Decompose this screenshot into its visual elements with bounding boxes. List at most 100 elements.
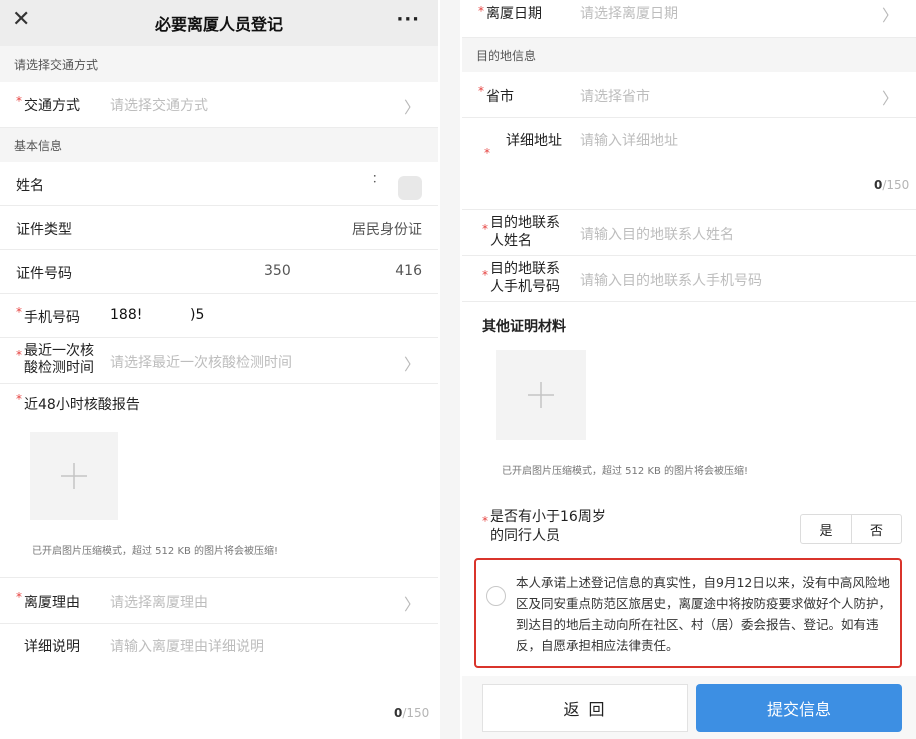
date-placeholder: 请选择离厦日期 [580, 6, 678, 22]
close-icon[interactable]: ✕ [12, 7, 30, 32]
required-mark: * [484, 146, 490, 160]
minor-companion-field: * 是否有小于16周岁 的同行人员 是 否 [462, 506, 916, 556]
materials-upload-button[interactable] [496, 350, 586, 440]
transport-label: 交通方式 [24, 98, 80, 114]
contact-phone-label: 目的地联系 人手机号码 [490, 260, 560, 296]
required-mark: * [478, 84, 484, 98]
address-label: 详细地址 [506, 133, 562, 149]
chevron-right-icon: 〉 [403, 98, 420, 117]
last-test-select[interactable]: * 最近一次核 酸检测时间 请选择最近一次核酸检测时间 〉 [0, 338, 438, 384]
id-type-field[interactable]: 证件类型 居民身份证 [0, 206, 438, 250]
contact-name-label-line1: 目的地联系 [490, 215, 560, 231]
other-materials-block: 其他证明材料 已开启图片压缩模式，超过 512 KB 的图片将会被压缩! [462, 302, 916, 506]
transport-select[interactable]: * 交通方式 请选择交通方式 〉 [0, 82, 438, 128]
reason-label: 离厦理由 [24, 595, 80, 611]
back-button[interactable]: 返 回 [482, 684, 688, 732]
id-type-label: 证件类型 [16, 222, 72, 238]
minor-label-line2: 的同行人员 [490, 528, 560, 544]
required-mark: * [16, 590, 22, 604]
minor-label-line1: 是否有小于16周岁 [490, 509, 606, 525]
contact-phone-placeholder: 请输入目的地联系人手机号码 [580, 273, 762, 289]
id-number-field[interactable]: 证件号码 350 416 [0, 250, 438, 294]
report-upload-block: * 近48小时核酸报告 已开启图片压缩模式，超过 512 KB 的图片将会被压缩… [0, 384, 438, 578]
address-placeholder: 请输入详细地址 [580, 133, 678, 149]
required-mark: * [478, 4, 484, 18]
required-mark: * [16, 94, 22, 108]
required-mark: * [16, 392, 22, 406]
phone-value-start: 188! [110, 307, 143, 323]
contact-phone-label-line1: 目的地联系 [490, 261, 560, 277]
address-char-counter: 0/150 [874, 178, 910, 192]
pledge-box: 本人承诺上述登记信息的真实性，自9月12日以来，没有中高风险地区及同安重点防范区… [474, 558, 902, 668]
contact-phone-field[interactable]: * 目的地联系 人手机号码 请输入目的地联系人手机号码 [462, 256, 916, 302]
more-menu-icon[interactable]: ··· [396, 9, 420, 30]
compress-note: 已开启图片压缩模式，超过 512 KB 的图片将会被压缩! [502, 466, 749, 477]
report-label: 近48小时核酸报告 [24, 397, 140, 413]
left-screen: ✕ 必要离厦人员登记 ··· 请选择交通方式 * 交通方式 请选择交通方式 〉 … [0, 0, 438, 739]
chevron-right-icon: 〉 [881, 89, 898, 108]
last-test-label: 最近一次核 酸检测时间 [24, 343, 94, 377]
bottom-action-bar: 返 回 提交信息 [462, 676, 916, 739]
province-placeholder: 请选择省市 [580, 89, 650, 105]
reason-select[interactable]: * 离厦理由 请选择离厦理由 〉 [0, 578, 438, 624]
phone-field[interactable]: * 手机号码 188! )5 [0, 294, 438, 338]
address-textarea[interactable]: 详细地址 * 请输入详细地址 0/150 [462, 118, 916, 210]
plus-icon [61, 463, 87, 489]
chevron-right-icon: 〉 [403, 595, 420, 614]
reason-placeholder: 请选择离厦理由 [110, 595, 208, 611]
date-select[interactable]: * 离厦日期 请选择离厦日期 〉 [462, 0, 916, 38]
plus-icon [528, 382, 554, 408]
section-destination: 目的地信息 [462, 38, 916, 72]
submit-button[interactable]: 提交信息 [696, 684, 902, 732]
required-mark: * [482, 222, 488, 236]
last-test-label-line1: 最近一次核 [24, 343, 94, 359]
other-materials-label: 其他证明材料 [482, 319, 566, 335]
transport-placeholder: 请选择交通方式 [110, 98, 208, 114]
id-number-start: 350 [264, 263, 291, 279]
last-test-placeholder: 请选择最近一次核酸检测时间 [110, 355, 292, 371]
minor-label: 是否有小于16周岁 的同行人员 [490, 508, 606, 546]
minor-no-option[interactable]: 否 [851, 515, 901, 543]
chevron-right-icon: 〉 [881, 6, 898, 25]
section-transport: 请选择交通方式 [0, 46, 438, 82]
section-basic-label: 基本信息 [14, 138, 63, 153]
contact-name-label: 目的地联系 人姓名 [490, 214, 560, 250]
date-label: 离厦日期 [486, 6, 542, 22]
id-type-value: 居民身份证 [352, 222, 422, 238]
required-mark: * [482, 514, 488, 528]
report-upload-button[interactable] [30, 432, 118, 520]
minor-yes-option[interactable]: 是 [801, 515, 851, 543]
detail-label: 详细说明 [24, 639, 80, 655]
required-mark: * [16, 305, 22, 319]
section-destination-label: 目的地信息 [476, 48, 537, 63]
redaction-mask [398, 176, 422, 200]
screen-divider [440, 0, 460, 739]
required-mark: * [16, 348, 22, 362]
pledge-radio[interactable] [486, 586, 506, 606]
name-field[interactable]: 姓名 ： [0, 162, 438, 206]
pledge-text: 本人承诺上述登记信息的真实性，自9月12日以来，没有中高风险地区及同安重点防范区… [516, 575, 892, 653]
phone-value-end: )5 [190, 307, 205, 323]
name-label: 姓名 [16, 178, 44, 194]
id-number-end: 416 [395, 263, 422, 279]
detail-placeholder: 请输入离厦理由详细说明 [110, 639, 264, 655]
section-basic: 基本信息 [0, 128, 438, 162]
last-test-label-line2: 酸检测时间 [24, 360, 94, 376]
chevron-right-icon: 〉 [403, 355, 420, 374]
section-transport-label: 请选择交通方式 [14, 57, 99, 72]
contact-name-placeholder: 请输入目的地联系人姓名 [580, 227, 734, 243]
minor-toggle[interactable]: 是 否 [800, 514, 902, 544]
province-label: 省市 [486, 89, 514, 105]
page-title: 必要离厦人员登记 [154, 15, 283, 34]
name-value: ： [372, 172, 383, 185]
detail-textarea[interactable]: 详细说明 请输入离厦理由详细说明 0/150 [0, 624, 438, 739]
compress-note: 已开启图片压缩模式，超过 512 KB 的图片将会被压缩! [32, 546, 279, 557]
contact-phone-label-line2: 人手机号码 [490, 279, 560, 295]
required-mark: * [482, 268, 488, 282]
phone-label: 手机号码 [24, 310, 80, 326]
nav-bar: ✕ 必要离厦人员登记 ··· [0, 0, 438, 46]
province-select[interactable]: * 省市 请选择省市 〉 [462, 72, 916, 118]
detail-char-counter: 0/150 [394, 706, 430, 720]
contact-name-field[interactable]: * 目的地联系 人姓名 请输入目的地联系人姓名 [462, 210, 916, 256]
contact-name-label-line2: 人姓名 [490, 233, 532, 249]
